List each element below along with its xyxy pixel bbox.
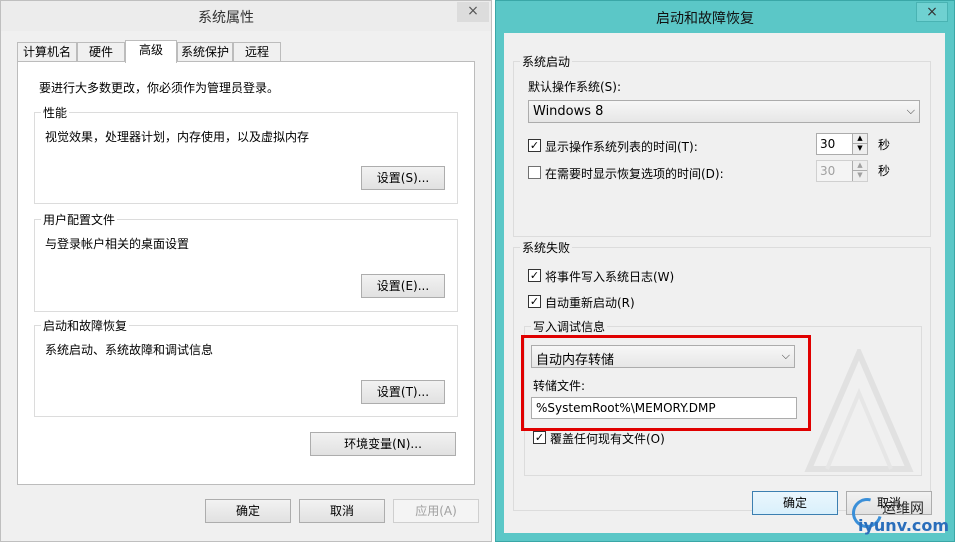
highlight-box [521,335,811,431]
spin-down-icon[interactable]: ▼ [852,171,867,181]
show-recovery-checkbox[interactable] [528,166,541,179]
watermark-graphic [804,349,914,472]
system-failure-group-title: 系统失败 [520,239,573,256]
write-event-log-checkbox[interactable]: ✓ [528,269,541,282]
default-os-label: 默认操作系统(S): [528,80,622,94]
startup-recovery-title: 启动和故障恢复 [656,11,754,27]
show-recovery-unit: 秒 [878,164,891,178]
default-os-value: Windows 8 [533,104,604,119]
overwrite-label: 覆盖任何现有文件(O) [550,432,665,446]
system-properties-title: 系统属性 [198,10,254,26]
screenshot-stage: 系统属性 × 计算机名 硬件 高级 系统保护 远程 要进行大多数更改，你必须作为… [0,0,955,542]
performance-description: 视觉效果，处理器计划，内存使用，以及虚拟内存 [45,130,310,144]
overwrite-checkbox[interactable]: ✓ [533,431,546,444]
tab-computer-name[interactable]: 计算机名 [17,42,77,62]
auto-restart-label: 自动重新启动(R) [545,296,635,310]
auto-restart-checkbox[interactable]: ✓ [528,295,541,308]
system-properties-window: 系统属性 × 计算机名 硬件 高级 系统保护 远程 要进行大多数更改，你必须作为… [0,0,492,542]
tab-system-protection[interactable]: 系统保护 [177,42,233,62]
environment-variables-button[interactable]: 环境变量(N)... [310,432,456,456]
site-logo: 运维网 iyunv.com [846,492,952,540]
show-recovery-value: 30 [820,164,836,178]
performance-group: 性能 视觉效果，处理器计划，内存使用，以及虚拟内存 设置(S)... [34,104,458,204]
system-startup-group: 系统启动 默认操作系统(S): Windows 8 ⌵ ✓ 显示操作系统列表的时… [513,53,931,237]
user-profiles-group-title: 用户配置文件 [41,211,118,228]
logo-top-text: 运维网 [882,501,924,517]
startup-recovery-client: 系统启动 默认操作系统(S): Windows 8 ⌵ ✓ 显示操作系统列表的时… [504,33,945,533]
performance-settings-button[interactable]: 设置(S)... [361,166,445,190]
startup-recovery-group: 启动和故障恢复 系统启动、系统故障和调试信息 设置(T)... [34,317,458,417]
spin-up-icon[interactable]: ▲ [852,134,867,144]
show-recovery-label: 在需要时显示恢复选项的时间(D): [545,167,724,181]
startup-recovery-close-button[interactable]: × [916,2,948,22]
show-os-list-unit: 秒 [878,138,891,152]
right-ok-button[interactable]: 确定 [752,491,838,515]
startup-recovery-titlebar: 启动和故障恢复 × [496,1,954,33]
admin-notice: 要进行大多数更改，你必须作为管理员登录。 [39,81,280,95]
spin-down-icon[interactable]: ▼ [852,144,867,154]
tab-advanced[interactable]: 高级 [125,40,177,63]
chevron-down-icon: ⌵ [906,104,915,117]
startup-recovery-settings-button[interactable]: 设置(T)... [361,380,445,404]
startup-recovery-window: 启动和故障恢复 × 系统启动 默认操作系统(S): Windows 8 ⌵ ✓ … [495,0,955,542]
startup-recovery-group-title: 启动和故障恢复 [41,317,130,334]
apply-button[interactable]: 应用(A) [393,499,479,523]
advanced-tab-page: 要进行大多数更改，你必须作为管理员登录。 性能 视觉效果，处理器计划，内存使用，… [17,61,475,485]
tab-remote[interactable]: 远程 [233,42,281,62]
performance-group-title: 性能 [41,104,70,121]
startup-recovery-description: 系统启动、系统故障和调试信息 [45,343,214,357]
logo-bottom-text: iyunv.com [858,516,950,535]
left-ok-button[interactable]: 确定 [205,499,291,523]
system-properties-titlebar: 系统属性 × [1,1,491,31]
show-os-list-checkbox[interactable]: ✓ [528,139,541,152]
user-profiles-group: 用户配置文件 与登录帐户相关的桌面设置 设置(E)... [34,211,458,312]
system-properties-close-button[interactable]: × [457,2,489,22]
user-profiles-description: 与登录帐户相关的桌面设置 [45,237,190,251]
spin-up-icon[interactable]: ▲ [852,161,867,171]
left-cancel-button[interactable]: 取消 [299,499,385,523]
user-profiles-settings-button[interactable]: 设置(E)... [361,274,445,298]
default-os-dropdown[interactable]: Windows 8 ⌵ [528,100,920,123]
system-startup-group-title: 系统启动 [520,53,573,70]
debug-info-group-title: 写入调试信息 [531,318,608,335]
show-recovery-spinner[interactable]: 30 ▲ ▼ [816,160,868,182]
tab-hardware[interactable]: 硬件 [77,42,125,62]
write-event-log-label: 将事件写入系统日志(W) [545,270,675,284]
show-os-list-label: 显示操作系统列表的时间(T): [545,140,698,154]
show-os-list-spinner[interactable]: 30 ▲ ▼ [816,133,868,155]
show-os-list-value: 30 [820,137,836,151]
